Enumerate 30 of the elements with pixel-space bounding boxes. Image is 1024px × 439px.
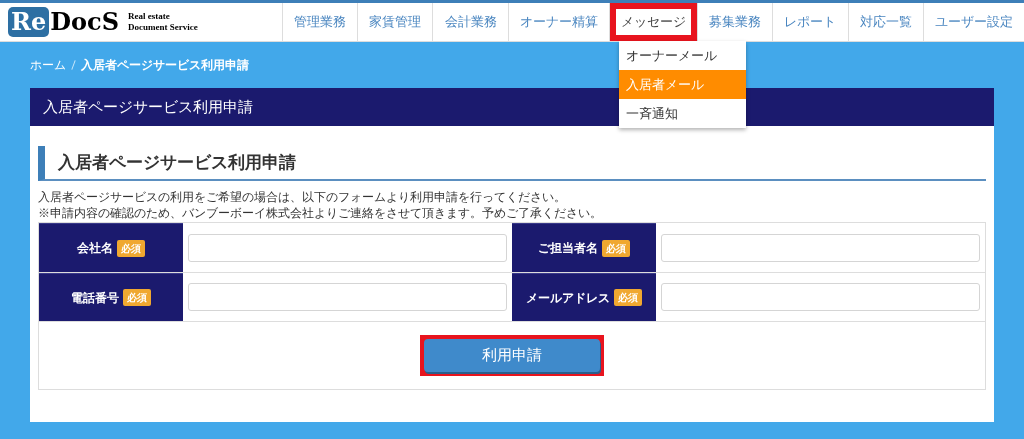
menu-item[interactable]: オーナーメール [618, 41, 746, 70]
nav-tab[interactable]: 対応一覧 [848, 3, 923, 41]
text-field[interactable] [661, 283, 980, 311]
menu-item[interactable]: 一斉通知 [618, 99, 746, 128]
menu-item[interactable]: 入居者メール [618, 70, 746, 99]
breadcrumb-current: 入居者ページサービス利用申請 [81, 57, 249, 74]
section-heading: 入居者ページサービス利用申請 [38, 146, 986, 181]
required-badge: 必須 [117, 239, 145, 257]
nav-tab[interactable]: 募集業務 [698, 3, 773, 41]
required-badge: 必須 [123, 289, 151, 306]
nav-tab[interactable]: オーナー精算 [508, 3, 609, 41]
text-field[interactable] [188, 233, 507, 262]
nav-tab[interactable]: 会計業務 [433, 3, 508, 41]
required-badge: 必須 [602, 239, 630, 257]
nav-tab[interactable]: 管理業務 [283, 3, 358, 41]
field-label: ご担当者名 [538, 240, 598, 257]
nav-tab[interactable]: ユーザー設定 [923, 3, 1024, 41]
nav-tab[interactable]: 家賃管理 [358, 3, 433, 41]
field-label: 電話番号 [71, 289, 119, 307]
field-label: 会社名 [77, 240, 113, 257]
intro-text: ※申請内容の確認のため、バンブーボーイ株式会社よりご連絡をさせて頂きます。予めご了承ください。 [38, 205, 603, 221]
submit-button[interactable]: 利用申請 [424, 339, 600, 372]
breadcrumb-link[interactable]: ホーム [30, 56, 66, 74]
text-field[interactable] [188, 283, 507, 311]
nav-tab[interactable]: メッセージ [609, 3, 698, 41]
nav-tab[interactable]: レポート [773, 3, 848, 41]
text-field[interactable] [661, 233, 980, 262]
required-badge: 必須 [614, 289, 642, 306]
field-label: メールアドレス [526, 289, 610, 307]
intro-text: 入居者ページサービスの利用をご希望の場合は、以下のフォームより利用申請を行ってください。 [38, 189, 567, 205]
